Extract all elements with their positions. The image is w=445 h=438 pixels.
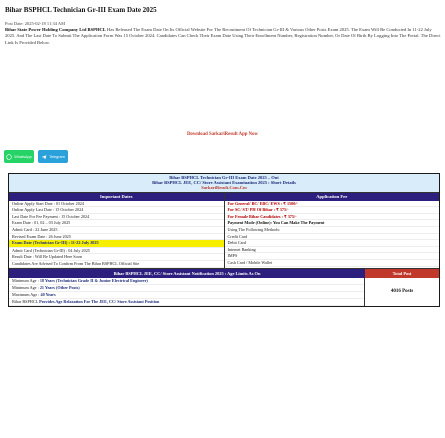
age-limit-heading: Bihar BSPHCL JEE, CC/ Store Assistant No… [113, 270, 261, 276]
important-date-row: Revised Exam Date : 26 June 2025 [9, 234, 224, 241]
application-fee-row: For Female Bihar Candidates : ₹ 375/- [224, 214, 439, 221]
download-app-link[interactable]: Download SarkariResult App Now [0, 132, 445, 137]
application-fee-row: For General/ BC/ EBC/ EWS : ₹ 1500/- [224, 201, 439, 208]
age-limit-body: Minimum Age : 18 Years (Technician Grade… [9, 277, 439, 307]
age-limit-list: Minimum Age : 18 Years (Technician Grade… [9, 278, 364, 307]
whatsapp-label: WhatsApp [14, 154, 32, 159]
important-dates-heading: Important Dates [9, 192, 224, 201]
post-date: Post Date: 2025-02-18 11:34 AM [5, 21, 66, 26]
telegram-share-button[interactable]: Telegram [38, 150, 68, 163]
share-buttons: WhatsApp Telegram [4, 150, 68, 163]
application-fee-row: Credit Card [224, 234, 439, 241]
age-limit-value: 21 Years (Other Posts) [39, 284, 80, 290]
age-limit-label: Bihar BSPHCL [12, 299, 39, 305]
total-posts-value: 4016 Posts [364, 277, 439, 307]
telegram-icon [41, 154, 47, 159]
important-date-row: Candidates Are Advised To Confirm From T… [9, 261, 224, 268]
important-dates-column: Important Dates Online Apply Start Date … [9, 192, 224, 268]
important-date-row: Last Date For Fee Payment : 15 October 2… [9, 214, 224, 221]
application-fee-list: For General/ BC/ EBC/ EWS : ₹ 1500/- For … [224, 201, 439, 267]
age-limit-value: Provides Age Relaxation For The JEE, CC/… [39, 299, 160, 305]
age-limit-header-row: Bihar BSPHCL JEE, CC/ Store Assistant No… [9, 267, 439, 278]
whatsapp-icon [6, 153, 12, 160]
table-header: Bihar BSPHCL Technician Gr-III Exam Date… [9, 174, 439, 193]
application-fee-row: Debit Card [224, 240, 439, 247]
whatsapp-share-button[interactable]: WhatsApp [4, 150, 34, 163]
important-dates-list: Online Apply Start Date : 01 October 202… [9, 201, 224, 268]
important-date-row: Exam Date (Technician Gr-III) : 11-22 Ju… [9, 240, 224, 248]
age-limit-row: Bihar BSPHCL Provides Age Relaxation For… [9, 299, 364, 307]
important-date-row: Result Date : Will Be Updated Here Soon [9, 254, 224, 261]
important-date-row: Admit Card : 22 June 2025 [9, 227, 224, 234]
intro-paragraph: Bihar State Power Holding Company Ltd BS… [5, 27, 443, 46]
age-limit-row: Maximum Age : 40 Years [9, 291, 364, 300]
age-limit-row: Minimum Age : 21 Years (Other Posts) [9, 285, 364, 292]
table-header-site: SarkariResult.Com.Cm [201, 185, 247, 191]
important-date-row: Exam Date : 01, 02 – 03 July 2025 [9, 220, 224, 227]
application-fee-row: IMPS [224, 253, 439, 260]
details-table: Bihar BSPHCL Technician Gr-III Exam Date… [8, 173, 440, 308]
important-date-row: Online Apply Last Date : 15 October 2024 [9, 207, 224, 214]
application-fee-row: For SC/ ST/ PH Of Bihar : ₹ 375/- [224, 207, 439, 214]
dates-fees-grid: Important Dates Online Apply Start Date … [9, 192, 439, 268]
application-fee-row: Cash Card / Mobile Wallet [224, 260, 439, 267]
age-limit-value: 18 Years (Technician Grade II & Junior E… [39, 277, 148, 283]
important-date-row: Online Apply Start Date : 01 October 202… [9, 201, 224, 208]
age-limit-label: Minimum Age : [12, 284, 39, 290]
application-fee-column: Application Fee For General/ BC/ EBC/ EW… [223, 192, 439, 268]
age-limit-label: Maximum Age : [12, 291, 40, 297]
application-fee-row: Using The Following Methods: [224, 227, 439, 234]
telegram-label: Telegram [49, 154, 65, 159]
total-post-heading: Total Post [365, 268, 439, 278]
article-page: Bihar BSPHCL Technician Gr-III Exam Date… [0, 0, 445, 438]
age-limit-row: Minimum Age : 18 Years (Technician Grade… [9, 278, 364, 285]
application-fee-row: Payment Mode (Online): You Can Make The … [224, 220, 439, 227]
age-limit-label: Minimum Age : [12, 277, 39, 283]
application-fee-row: Internet Banking [224, 247, 439, 254]
age-limit-value: 40 Years [40, 291, 56, 297]
page-title: Bihar BSPHCL Technician Gr-III Exam Date… [5, 6, 157, 14]
application-fee-heading: Application Fee [224, 192, 439, 201]
important-date-row: Admit Card (Technician Gr-III) : 04 July… [9, 248, 224, 255]
intro-lead: Bihar State Power Holding Company Ltd BS… [5, 27, 106, 32]
